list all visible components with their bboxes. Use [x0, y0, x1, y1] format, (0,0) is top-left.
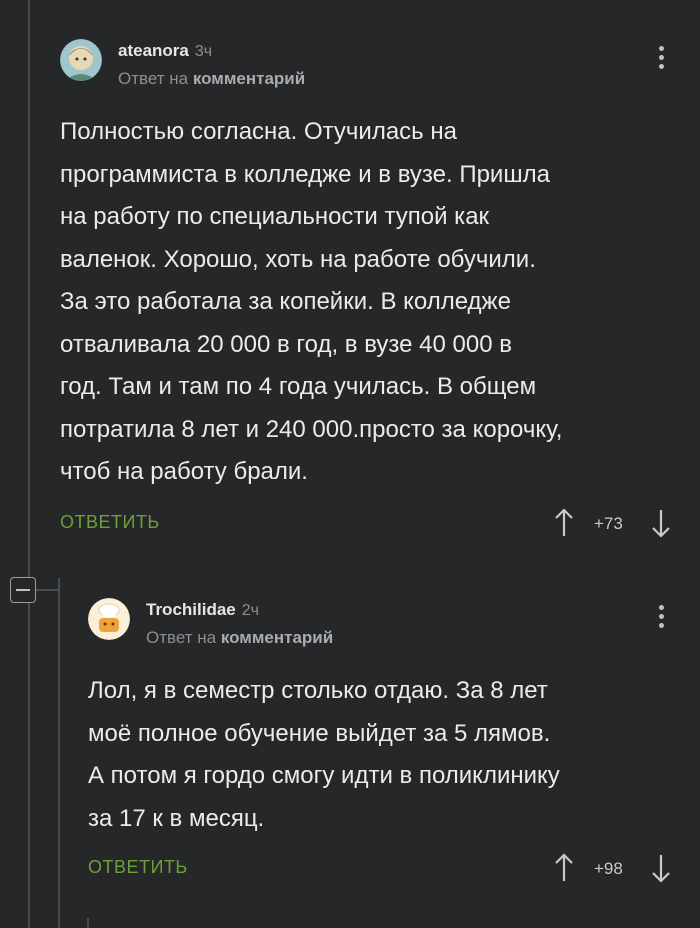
reply-target-link[interactable]: комментарий — [221, 628, 333, 647]
reply-button[interactable]: ОТВЕТИТЬ — [88, 857, 188, 878]
arrow-up-icon[interactable] — [553, 853, 575, 888]
username[interactable]: Trochilidae 2ч — [146, 600, 259, 620]
arrow-down-icon[interactable] — [650, 853, 672, 888]
comment-time: 2ч — [241, 602, 259, 619]
comment-trochilidae: Trochilidae 2ч Ответ на комментарий Лол, … — [0, 0, 700, 928]
chef-avatar-icon[interactable] — [88, 598, 130, 640]
rating-value: +98 — [594, 859, 623, 878]
reply-to-line: Ответ на комментарий — [146, 628, 334, 647]
more-vertical-icon[interactable] — [659, 605, 665, 632]
comment-body: Лол, я в семестр столько отдаю. За 8 лет… — [88, 677, 560, 832]
